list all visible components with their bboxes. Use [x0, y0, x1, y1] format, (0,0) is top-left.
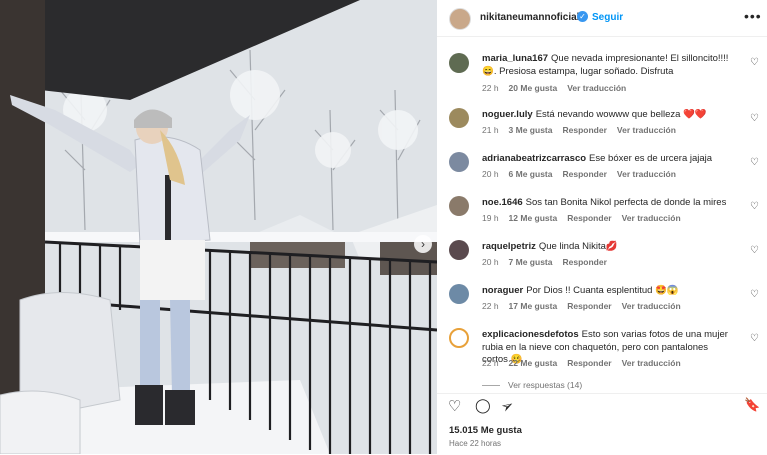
- comment-text: Ese bóxer es de urcera jajaja: [589, 153, 713, 164]
- reply-link[interactable]: Responder: [562, 169, 606, 179]
- like-comment-heart-icon[interactable]: ♡: [750, 113, 759, 124]
- avatar[interactable]: [449, 53, 469, 73]
- comment-username[interactable]: adrianabeatrizcarrasco: [482, 153, 586, 164]
- comment-username[interactable]: explicacionesdefotos: [482, 329, 579, 340]
- reply-link[interactable]: Responder: [567, 213, 611, 223]
- comment-username[interactable]: raquelpetriz: [482, 241, 536, 252]
- comment-text: Está nevando wowww que belleza ❤️❤️: [535, 109, 707, 120]
- comment-likes[interactable]: 3 Me gusta: [509, 125, 553, 135]
- comment-time: 19 h: [482, 213, 499, 223]
- comment-username[interactable]: noraguer: [482, 285, 523, 296]
- comment-likes[interactable]: 17 Me gusta: [509, 301, 558, 311]
- avatar[interactable]: [449, 284, 469, 304]
- post-sidebar: nikitaneumannoficial ✓ Seguir ••• maria_…: [437, 0, 767, 454]
- comment-text: Sos tan Bonita Nikol perfecta de donde l…: [525, 197, 727, 208]
- comment-username[interactable]: noguer.luly: [482, 109, 533, 120]
- snow-balcony-image: [0, 0, 437, 454]
- comment-time: 21 h: [482, 125, 499, 135]
- like-comment-heart-icon[interactable]: ♡: [750, 57, 759, 68]
- post-actions: ♡ ◯ ➢ 🔖 15.015 Me gusta Hace 22 horas: [437, 393, 767, 455]
- comment-likes[interactable]: 22 Me gusta: [509, 358, 558, 368]
- comment-time: 22 h: [482, 301, 499, 311]
- like-comment-heart-icon[interactable]: ♡: [750, 245, 759, 256]
- comment-username[interactable]: noe.1646: [482, 197, 523, 208]
- chevron-right-icon: ›: [421, 237, 425, 251]
- comment-likes[interactable]: 12 Me gusta: [509, 213, 558, 223]
- comment-time: 22 h: [482, 358, 499, 368]
- follow-button[interactable]: Seguir: [592, 12, 623, 23]
- translate-link[interactable]: Ver traducción: [617, 169, 676, 179]
- verified-badge-icon: ✓: [577, 11, 588, 22]
- likes-count[interactable]: 15.015 Me gusta: [449, 425, 522, 436]
- like-comment-heart-icon[interactable]: ♡: [750, 201, 759, 212]
- reply-link[interactable]: Responder: [562, 257, 606, 267]
- avatar[interactable]: [449, 8, 471, 30]
- comment-text: Que linda Nikita💋: [538, 241, 618, 252]
- like-comment-heart-icon[interactable]: ♡: [750, 157, 759, 168]
- avatar[interactable]: [449, 328, 469, 348]
- avatar[interactable]: [449, 196, 469, 216]
- comment-time: 22 h: [482, 83, 499, 93]
- comment-likes[interactable]: 7 Me gusta: [509, 257, 553, 267]
- comment-icon[interactable]: ◯: [475, 397, 491, 414]
- translate-link[interactable]: Ver traducción: [622, 301, 681, 311]
- reply-link[interactable]: Responder: [567, 301, 611, 311]
- more-options-icon[interactable]: •••: [744, 8, 762, 24]
- author-username[interactable]: nikitaneumannoficial: [480, 12, 579, 23]
- post-time: Hace 22 horas: [449, 439, 502, 448]
- reply-link[interactable]: Responder: [567, 358, 611, 368]
- avatar[interactable]: [449, 108, 469, 128]
- translate-link[interactable]: Ver traducción: [622, 213, 681, 223]
- comment-likes[interactable]: 6 Me gusta: [509, 169, 553, 179]
- view-replies-link[interactable]: Ver respuestas (14): [482, 380, 582, 390]
- comment-time: 20 h: [482, 257, 499, 267]
- avatar[interactable]: [449, 152, 469, 172]
- bookmark-icon[interactable]: 🔖: [744, 397, 760, 413]
- comment-likes[interactable]: 20 Me gusta: [509, 83, 558, 93]
- like-comment-heart-icon[interactable]: ♡: [750, 289, 759, 300]
- like-comment-heart-icon[interactable]: ♡: [750, 333, 759, 344]
- comment-text: Por Dios !! Cuanta esplentitud 🤩😱: [526, 285, 679, 296]
- post-photo: ›: [0, 0, 437, 454]
- avatar[interactable]: [449, 240, 469, 260]
- translate-link[interactable]: Ver traducción: [567, 83, 626, 93]
- post-header: nikitaneumannoficial ✓ Seguir •••: [437, 0, 767, 37]
- comment-username[interactable]: maria_luna167: [482, 53, 548, 64]
- comment-time: 20 h: [482, 169, 499, 179]
- next-photo-button[interactable]: ›: [414, 235, 432, 253]
- translate-link[interactable]: Ver traducción: [622, 358, 681, 368]
- share-icon[interactable]: ➢: [497, 395, 517, 417]
- like-heart-icon[interactable]: ♡: [448, 397, 461, 415]
- translate-link[interactable]: Ver traducción: [617, 125, 676, 135]
- reply-link[interactable]: Responder: [562, 125, 606, 135]
- divider: [482, 385, 500, 387]
